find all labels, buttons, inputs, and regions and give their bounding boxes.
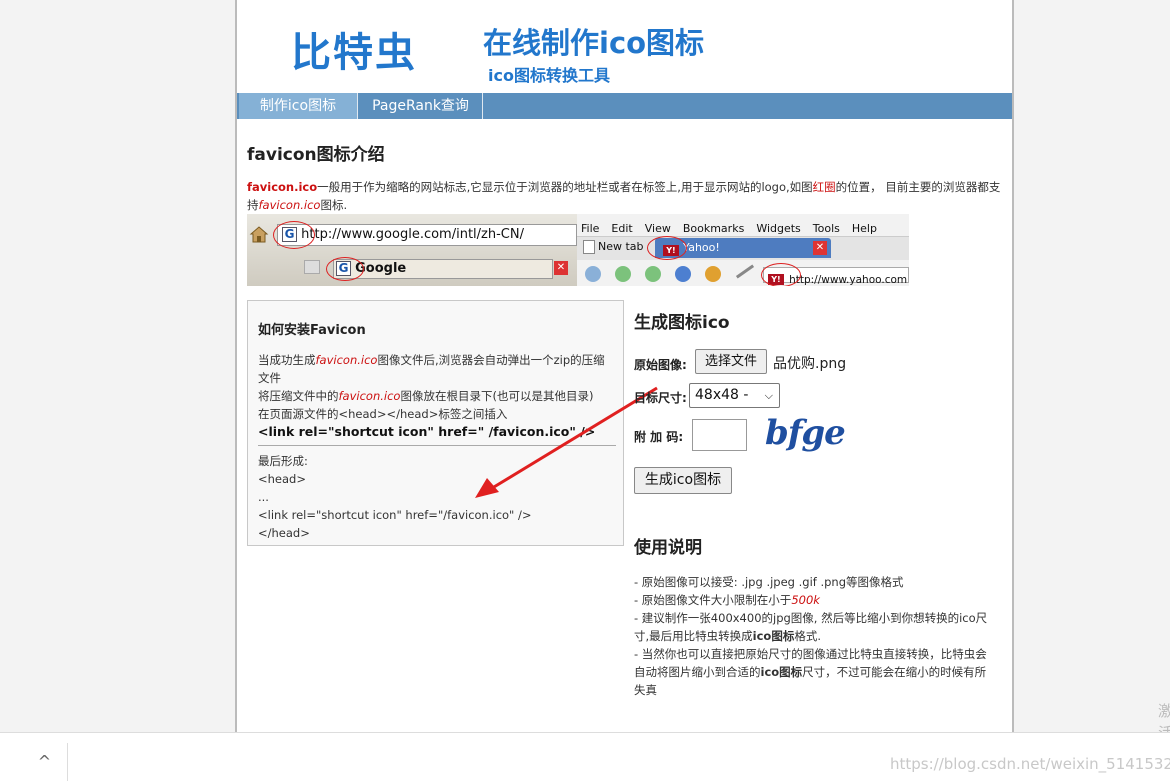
red-circle-mark bbox=[647, 236, 687, 260]
menu-bar: File Edit View Bookmarks Widgets Tools Help bbox=[581, 217, 889, 236]
page-container: 比特虫 在线制作ico图标 ico图标转换工具 制作ico图标 PageRank… bbox=[235, 0, 1014, 732]
intro-text-3: 图标. bbox=[320, 198, 348, 212]
intro-heading: favicon图标介绍 bbox=[247, 145, 385, 165]
usage-item-2: - 原始图像文件大小限制在小于500k bbox=[634, 591, 994, 609]
scroll-up-button[interactable]: ^ bbox=[22, 743, 68, 781]
target-size-value: 48x48 - bbox=[695, 387, 749, 403]
red-circle-mark bbox=[326, 257, 364, 281]
usage-item-2a: - 原始图像文件大小限制在小于 bbox=[634, 593, 792, 607]
selected-file-name: 品优购.png bbox=[773, 356, 847, 372]
intro-ico-italic: favicon.ico bbox=[258, 198, 321, 212]
edit-icon bbox=[735, 264, 755, 279]
generate-ico-button[interactable]: 生成ico图标 bbox=[634, 467, 732, 494]
nav-item-pagerank[interactable]: PageRank查询 bbox=[359, 93, 483, 119]
install-line-1a: 当成功生成 bbox=[258, 353, 316, 367]
new-tab-label: New tab bbox=[598, 240, 644, 253]
usage-item-3b: ico图标 bbox=[752, 629, 795, 643]
source-image-label: 原始图像: bbox=[634, 358, 687, 372]
result-line-3: <link rel="shortcut icon" href="/favicon… bbox=[258, 508, 532, 522]
yahoo-tab-label: Yahoo! bbox=[683, 241, 720, 254]
usage-item-4b: ico图标 bbox=[760, 665, 803, 679]
favicon-example-image: G http://www.google.com/intl/zh-CN/ G Go… bbox=[247, 214, 909, 286]
new-tab: New tab bbox=[583, 240, 644, 254]
chevron-down-icon: ⌵ bbox=[764, 389, 773, 402]
intro-text: favicon.ico一般用于作为缩略的网站标志,它显示位于浏览器的地址栏或者在… bbox=[247, 178, 1003, 214]
google-tab: G Google bbox=[333, 259, 553, 279]
red-circle-mark bbox=[273, 221, 315, 249]
tab-strip: New tab Y! Yahoo! ✕ bbox=[577, 236, 909, 260]
captcha-image[interactable]: bfge bbox=[765, 413, 846, 453]
menu-edit: Edit bbox=[611, 222, 633, 235]
yahoo-browser-sample: File Edit View Bookmarks Widgets Tools Help Ne… bbox=[577, 214, 909, 286]
site-title: 在线制作ico图标 bbox=[483, 26, 705, 60]
target-size-label: 目标尺寸: bbox=[634, 391, 687, 405]
tab-close-gray-icon bbox=[304, 260, 320, 274]
install-line-2a: 将压缩文件中的 bbox=[258, 389, 339, 403]
usage-item-3c: 格式. bbox=[794, 629, 821, 643]
install-line-2b: favicon.ico bbox=[338, 389, 401, 403]
usage-item-3: - 建议制作一张400x400的jpg图像, 然后等比缩小到你想转换的ico尺寸… bbox=[634, 609, 994, 645]
menu-view: View bbox=[644, 222, 671, 235]
menu-bookmarks: Bookmarks bbox=[682, 222, 745, 235]
site-subtitle: ico图标转换工具 bbox=[488, 66, 610, 85]
target-size-select[interactable]: 48x48 - ⌵ bbox=[689, 383, 780, 408]
back-icon bbox=[585, 266, 601, 282]
result-line-4: </head> bbox=[258, 526, 310, 540]
install-title: 如何安装Favicon bbox=[258, 323, 366, 338]
google-url: http://www.google.com/intl/zh-CN/ bbox=[301, 227, 524, 242]
usage-title: 使用说明 bbox=[634, 538, 702, 558]
captcha-label: 附 加 码: bbox=[634, 430, 684, 444]
home-icon bbox=[249, 224, 269, 244]
usage-item-4: - 当然你也可以直接把原始尺寸的图像通过比特虫直接转换，比特虫会自动将图片缩小到… bbox=[634, 645, 994, 699]
red-circle-mark bbox=[761, 263, 801, 286]
reload-icon bbox=[705, 266, 721, 282]
generate-title: 生成图标ico bbox=[634, 313, 730, 333]
intro-lead: favicon.ico bbox=[247, 180, 318, 194]
site-logo[interactable]: 比特虫 bbox=[291, 20, 417, 78]
usage-size-limit: 500k bbox=[791, 593, 820, 607]
google-browser-sample: G http://www.google.com/intl/zh-CN/ G Go… bbox=[247, 214, 577, 286]
yahoo-tab-close-icon: ✕ bbox=[813, 241, 827, 255]
yahoo-url: http://www.yahoo.com bbox=[789, 274, 908, 286]
chevron-up-icon: ^ bbox=[37, 752, 52, 771]
forward-icon bbox=[615, 266, 631, 282]
intro-text-1: 一般用于作为缩略的网站标志,它显示位于浏览器的地址栏或者在标签上,用于显示网站的… bbox=[317, 180, 813, 194]
watermark-url: https://blog.csdn.net/weixin_51415327 bbox=[890, 755, 1170, 773]
menu-tools: Tools bbox=[812, 222, 840, 235]
intro-red-circle: 红圈 bbox=[812, 180, 836, 194]
page-icon bbox=[583, 240, 595, 254]
fast-forward-icon bbox=[675, 266, 691, 282]
choose-file-button[interactable]: 选择文件 bbox=[695, 349, 767, 374]
nav-bar: 制作ico图标 PageRank查询 bbox=[237, 93, 1012, 119]
nav-item-make-ico[interactable]: 制作ico图标 bbox=[239, 93, 358, 119]
captcha-input[interactable] bbox=[692, 419, 747, 451]
usage-list: - 原始图像可以接受: .jpg .jpeg .gif .png等图像格式 - … bbox=[634, 573, 994, 699]
install-line-1b: favicon.ico bbox=[315, 353, 378, 367]
menu-widgets: Widgets bbox=[756, 222, 801, 235]
next-icon bbox=[645, 266, 661, 282]
bottom-bar: ^ https://blog.csdn.net/weixin_51415327 bbox=[0, 732, 1170, 783]
menu-help: Help bbox=[851, 222, 877, 235]
tab-close-red-icon: ✕ bbox=[554, 261, 568, 275]
google-url-bar: G http://www.google.com/intl/zh-CN/ bbox=[277, 224, 577, 246]
usage-item-1: - 原始图像可以接受: .jpg .jpeg .gif .png等图像格式 bbox=[634, 575, 904, 589]
menu-file: File bbox=[581, 222, 600, 235]
